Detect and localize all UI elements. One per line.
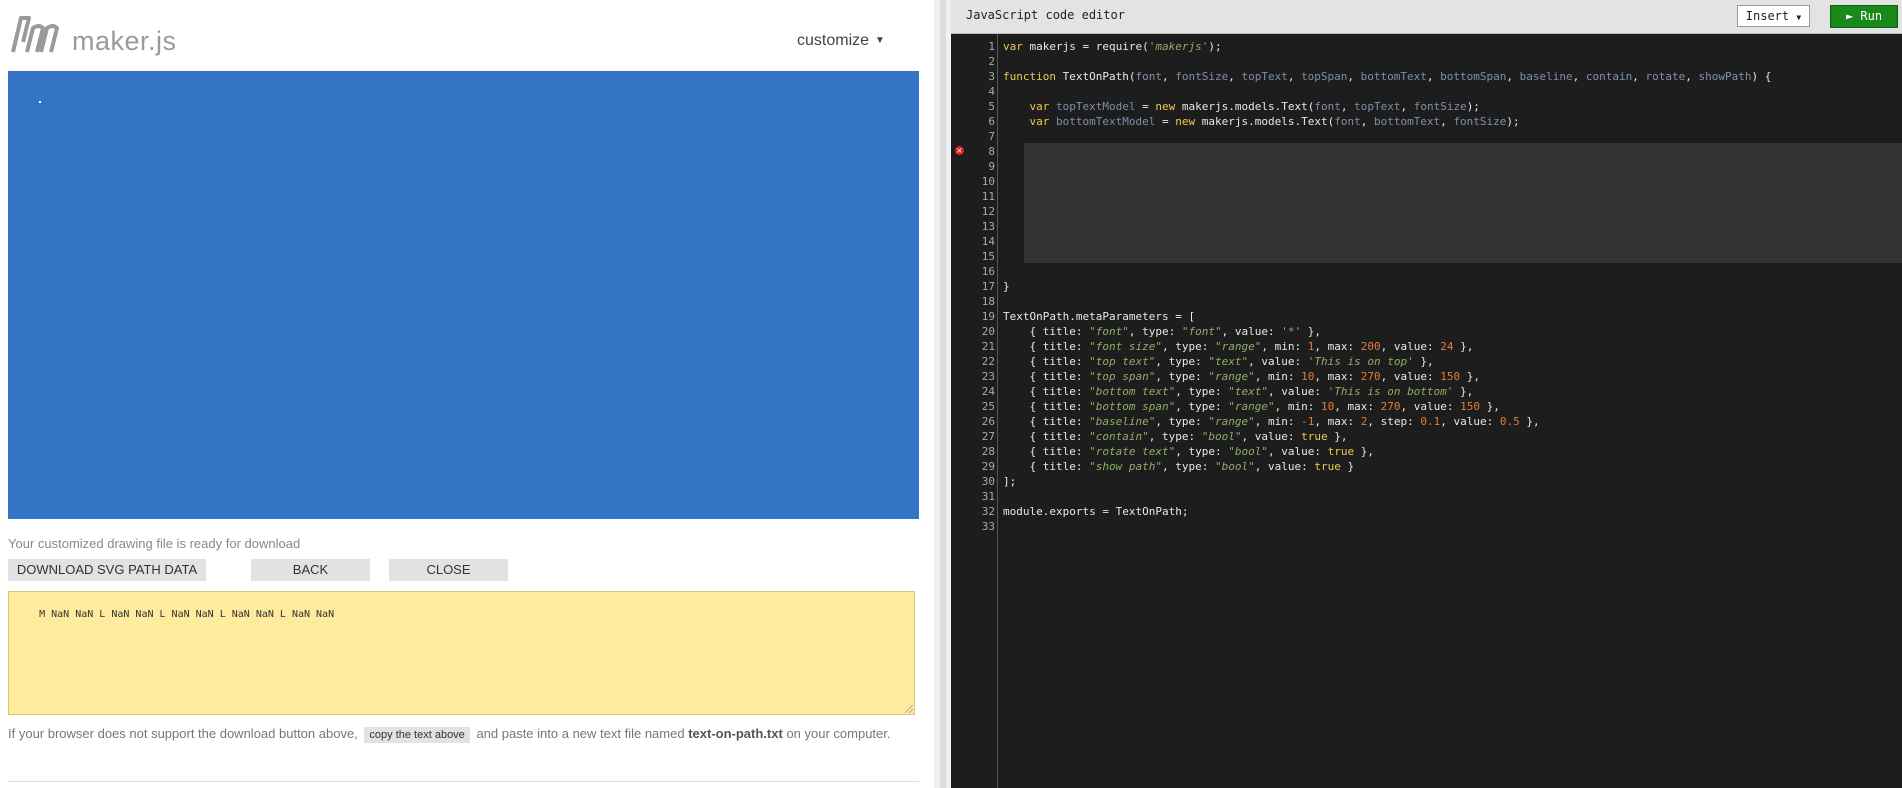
line-number: 4 bbox=[988, 85, 995, 98]
resize-grip-icon[interactable] bbox=[905, 705, 913, 713]
run-button[interactable]: ► Run bbox=[1830, 5, 1898, 28]
line-number: 2 bbox=[988, 55, 995, 68]
code-line[interactable]: { title: "top span", type: "range", min:… bbox=[1003, 369, 1479, 384]
makerjs-logo-icon bbox=[11, 16, 59, 53]
line-number: 22 bbox=[981, 355, 995, 368]
code-line[interactable]: var makerjs = require('makerjs'); bbox=[1003, 39, 1222, 54]
line-number: 29 bbox=[981, 460, 995, 473]
code-line[interactable]: { title: "top text", type: "text", value… bbox=[1003, 354, 1433, 369]
code-line[interactable]: { title: "rotate text", type: "bool", va… bbox=[1003, 444, 1373, 459]
copy-text-button[interactable]: copy the text above bbox=[364, 727, 470, 743]
svg-path-text: M NaN NaN L NaN NaN L NaN NaN L NaN NaN … bbox=[39, 609, 335, 620]
line-number: 25 bbox=[981, 400, 995, 413]
line-number: 13 bbox=[981, 220, 995, 233]
filename: text-on-path.txt bbox=[688, 726, 783, 741]
code-line[interactable]: { title: "font", type: "font", value: '*… bbox=[1003, 324, 1321, 339]
code-editor-panel: JavaScript code editor Insert ▼ ► Run 12… bbox=[951, 0, 1902, 788]
chevron-down-icon: ▼ bbox=[1796, 13, 1802, 22]
line-number: 9 bbox=[988, 160, 995, 173]
line-number: 27 bbox=[981, 430, 995, 443]
editor-header: JavaScript code editor Insert ▼ ► Run bbox=[951, 0, 1902, 34]
code-line[interactable]: { title: "contain", type: "bool", value:… bbox=[1003, 429, 1347, 444]
line-number: 20 bbox=[981, 325, 995, 338]
code-line[interactable]: { title: "bottom span", type: "range", m… bbox=[1003, 399, 1499, 414]
line-number: 30 bbox=[981, 475, 995, 488]
line-number: 10 bbox=[981, 175, 995, 188]
line-number: 15 bbox=[981, 250, 995, 263]
line-number: 26 bbox=[981, 415, 995, 428]
download-ready-text: Your customized drawing file is ready fo… bbox=[8, 536, 301, 551]
drawing-dot bbox=[39, 101, 41, 103]
line-number: 3 bbox=[988, 70, 995, 83]
line-number: 17 bbox=[981, 280, 995, 293]
error-x-icon: × bbox=[955, 146, 964, 155]
insert-dropdown[interactable]: Insert ▼ bbox=[1737, 5, 1810, 27]
line-number: 19 bbox=[981, 310, 995, 323]
customize-menu[interactable]: customize ▼ bbox=[797, 32, 885, 50]
line-number: 11 bbox=[981, 190, 995, 203]
line-number: 7 bbox=[988, 130, 995, 143]
line-number: 31 bbox=[981, 490, 995, 503]
maker-left-panel: maker.js customize ▼ Your customized draw… bbox=[0, 0, 932, 788]
logo-text: maker.js bbox=[72, 26, 177, 56]
code-line[interactable]: { title: "font size", type: "range", min… bbox=[1003, 339, 1473, 354]
line-number: 14 bbox=[981, 235, 995, 248]
editor-title: JavaScript code editor bbox=[966, 8, 1125, 22]
insert-label: Insert bbox=[1745, 9, 1790, 23]
download-fallback-note: If your browser does not support the dow… bbox=[8, 726, 891, 743]
line-number: 16 bbox=[981, 265, 995, 278]
divider-line bbox=[8, 781, 919, 782]
note-prefix: If your browser does not support the dow… bbox=[8, 726, 358, 741]
line-number: 23 bbox=[981, 370, 995, 383]
code-line[interactable]: TextOnPath.metaParameters = [ bbox=[1003, 309, 1195, 324]
line-number: 12 bbox=[981, 205, 995, 218]
code-line[interactable]: { title: "baseline", type: "range", min:… bbox=[1003, 414, 1539, 429]
splitter-handle[interactable] bbox=[940, 0, 946, 788]
download-svg-path-button[interactable]: DOWNLOAD SVG PATH DATA bbox=[8, 559, 206, 581]
line-number: 1 bbox=[988, 40, 995, 53]
line-number: 33 bbox=[981, 520, 995, 533]
code-line[interactable]: var topTextModel = new makerjs.models.Te… bbox=[1003, 99, 1480, 114]
line-number: 28 bbox=[981, 445, 995, 458]
caret-down-icon: ▼ bbox=[875, 35, 885, 46]
back-button[interactable]: BACK bbox=[251, 559, 370, 581]
code-line[interactable]: { title: "show path", type: "bool", valu… bbox=[1003, 459, 1354, 474]
line-number: 6 bbox=[988, 115, 995, 128]
code-line[interactable]: var bottomTextModel = new makerjs.models… bbox=[1003, 114, 1520, 129]
line-number: 21 bbox=[981, 340, 995, 353]
line-number: 5 bbox=[988, 100, 995, 113]
code-line[interactable]: { title: "bottom text", type: "text", va… bbox=[1003, 384, 1473, 399]
line-number: 32 bbox=[981, 505, 995, 518]
drawing-preview bbox=[8, 71, 919, 519]
code-line[interactable]: ]; bbox=[1003, 474, 1016, 489]
note-middle: and paste into a new text file named bbox=[476, 726, 685, 741]
svg-path-textarea[interactable]: M NaN NaN L NaN NaN L NaN NaN L NaN NaN … bbox=[8, 591, 915, 715]
note-suffix: on your computer. bbox=[786, 726, 891, 741]
close-button[interactable]: CLOSE bbox=[389, 559, 508, 581]
code-line[interactable]: function TextOnPath(font, fontSize, topT… bbox=[1003, 69, 1771, 84]
panel-splitter[interactable] bbox=[934, 0, 951, 788]
selected-code-highlight bbox=[1024, 143, 1902, 263]
code-line[interactable]: module.exports = TextOnPath; bbox=[1003, 504, 1188, 519]
customize-label: customize bbox=[797, 32, 870, 49]
line-number: 24 bbox=[981, 385, 995, 398]
code-line[interactable]: } bbox=[1003, 279, 1010, 294]
line-number: 18 bbox=[981, 295, 995, 308]
